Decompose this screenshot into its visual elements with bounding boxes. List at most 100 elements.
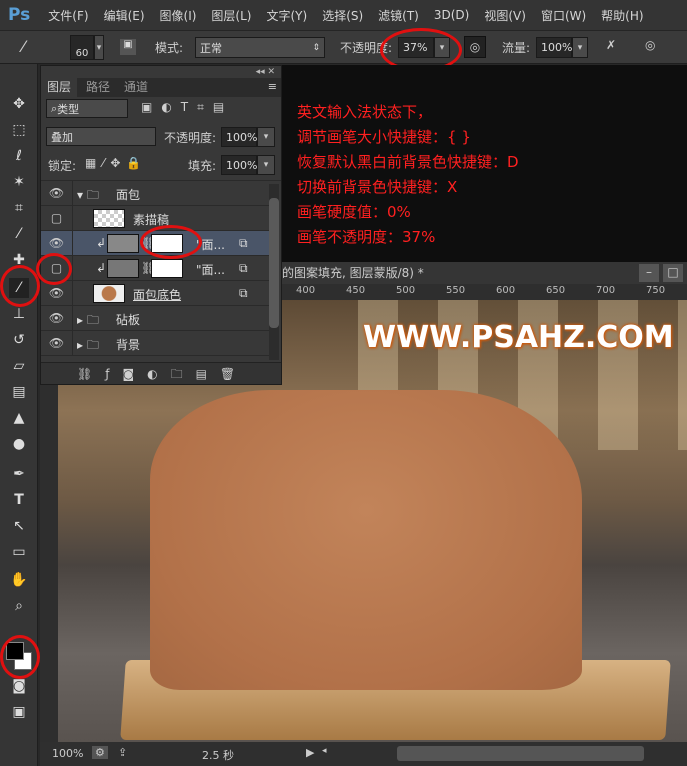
- menu-image[interactable]: 图像(I): [160, 7, 197, 24]
- filter-type-select[interactable]: ⌕ 类型: [46, 99, 128, 118]
- layers-scrollbar[interactable]: [269, 184, 279, 360]
- brush-preset-icon[interactable]: ⁄: [22, 37, 25, 56]
- move-tool-icon[interactable]: ✥: [9, 94, 29, 114]
- menu-file[interactable]: 文件(F): [48, 7, 88, 24]
- menu-help[interactable]: 帮助(H): [601, 7, 643, 24]
- collapse-close-icons[interactable]: ◂◂ ✕: [256, 67, 275, 77]
- path-select-icon[interactable]: ↖: [9, 516, 29, 536]
- panel-tabs: 图层 路径 通道 ≡: [41, 78, 281, 97]
- vertical-ruler: [40, 385, 58, 742]
- blur-tool-icon[interactable]: ▲: [9, 408, 29, 428]
- options-bar: ⁄ 60 ▾ ▣ 模式: 正常 ⇕ 不透明度: 37% ▾ ◎ 流量: 100% …: [0, 30, 687, 64]
- blend-mode-select[interactable]: 叠加: [46, 127, 156, 146]
- menu-window[interactable]: 窗口(W): [541, 7, 586, 24]
- ruler-tick: 500: [396, 285, 416, 296]
- flow-value: 100%: [541, 41, 573, 54]
- zoom-tool-icon[interactable]: ⌕: [9, 596, 29, 616]
- layer-actions-bar[interactable]: ⛓ƒ◙◐🗀▤🗑: [41, 362, 281, 384]
- share-icon[interactable]: ⇪: [118, 746, 127, 759]
- tab-paths[interactable]: 路径: [81, 78, 115, 97]
- hand-tool-icon[interactable]: ✋: [9, 570, 29, 590]
- layer-opacity-label: 不透明度:: [164, 131, 217, 145]
- eye-icon[interactable]: 👁: [41, 331, 73, 356]
- shape-tool-icon[interactable]: ▭: [9, 542, 29, 562]
- visibility-box-empty[interactable]: ▢: [41, 206, 73, 231]
- lock-icons[interactable]: ▦⁄✥🔒: [85, 156, 147, 170]
- tab-channels[interactable]: 通道: [119, 78, 153, 97]
- minimize-button[interactable]: –: [639, 264, 659, 282]
- quick-mask-icon[interactable]: ◙: [9, 676, 29, 696]
- marquee-tool-icon[interactable]: ⬚: [9, 120, 29, 140]
- airbrush-icon[interactable]: ✗: [606, 38, 616, 52]
- pressure-opacity-icon[interactable]: ◎: [464, 36, 486, 58]
- group-collapsed-icon[interactable]: ▸ 🗀: [77, 336, 99, 357]
- menu-3d[interactable]: 3D(D): [434, 8, 469, 22]
- pressure-size-icon[interactable]: ◎: [645, 38, 655, 52]
- menu-filter[interactable]: 滤镜(T): [378, 7, 419, 24]
- layer-name: 背景: [116, 338, 141, 352]
- status-menu-arrow[interactable]: ▶: [306, 746, 314, 759]
- brush-panel-icon[interactable]: ▣: [120, 39, 136, 55]
- layer-opacity-dropdown[interactable]: ▾: [257, 127, 275, 147]
- annotation-circle-mask: [140, 225, 202, 259]
- smart-icon: ⧉: [239, 261, 248, 275]
- type-tool-icon[interactable]: T: [9, 490, 29, 510]
- bread-shape: [150, 390, 582, 690]
- horizontal-scrollbar[interactable]: [397, 746, 644, 761]
- fill-input[interactable]: 100%: [221, 155, 257, 175]
- magic-wand-icon[interactable]: ✶: [9, 172, 29, 192]
- annotation-circle-brush: [0, 265, 40, 307]
- eyedropper-icon[interactable]: ⁄: [9, 224, 29, 244]
- filter-value: 类型: [57, 102, 80, 116]
- horizontal-ruler: 400 450 500 550 600 650 700 750: [282, 284, 687, 300]
- annotation-circle-colors: [0, 635, 40, 679]
- menu-layer[interactable]: 图层(L): [211, 7, 251, 24]
- flow-input[interactable]: 100%: [536, 37, 572, 58]
- screen-mode-icon[interactable]: ▣: [9, 702, 29, 722]
- flow-dropdown[interactable]: ▾: [572, 37, 588, 58]
- layers-list: 👁 ▾ 🗀 面包 ▢ 素描稿 👁 ↲ ⛓ "面... ⧉ ▢ ↲ ⛓ "面... ⧉ 👁 面包底色 ⧉ 👁…: [41, 180, 281, 362]
- gradient-tool-icon[interactable]: ▤: [9, 382, 29, 402]
- history-brush-icon[interactable]: ↺: [9, 330, 29, 350]
- menu-bar: Ps 文件(F) 编辑(E) 图像(I) 图层(L) 文字(Y) 选择(S) 滤…: [0, 0, 687, 30]
- stamp-tool-icon[interactable]: ⊥: [9, 304, 29, 324]
- tip-line: 调节画笔大小快捷键：{ }: [297, 128, 471, 146]
- layer-thumbnail: [93, 209, 125, 228]
- layer-row[interactable]: 👁 ▾ 🗀 面包: [41, 181, 269, 206]
- pen-tool-icon[interactable]: ✒: [9, 464, 29, 484]
- layer-row[interactable]: 👁 面包底色 ⧉: [41, 281, 269, 306]
- fill-dropdown[interactable]: ▾: [257, 155, 275, 175]
- crop-tool-icon[interactable]: ⌗: [9, 198, 29, 218]
- menu-select[interactable]: 选择(S): [322, 7, 363, 24]
- menu-type[interactable]: 文字(Y): [266, 7, 307, 24]
- eye-icon[interactable]: 👁: [41, 306, 73, 331]
- dodge-tool-icon[interactable]: ●: [9, 434, 29, 454]
- layer-row[interactable]: ▢ ↲ ⛓ "面... ⧉: [41, 256, 269, 281]
- chevron-down-icon[interactable]: ▾: [94, 35, 104, 60]
- layer-opacity-value: 100%: [226, 130, 258, 144]
- status-info-icon[interactable]: ⚙: [92, 746, 108, 759]
- group-expanded-icon[interactable]: ▾ 🗀: [77, 186, 99, 207]
- tip-line: 英文输入法状态下，: [297, 103, 433, 121]
- smart-icon: ⧉: [239, 236, 248, 250]
- eraser-icon[interactable]: ▱: [9, 356, 29, 376]
- filter-icons[interactable]: ▣◐T⌗▤: [141, 100, 233, 115]
- mode-select[interactable]: 正常 ⇕: [195, 37, 325, 58]
- layer-opacity-input[interactable]: 100%: [221, 127, 257, 147]
- mask-thumbnail[interactable]: [151, 259, 183, 278]
- scroll-left-arrow[interactable]: ◂: [322, 746, 327, 756]
- panel-menu-icon[interactable]: ≡: [268, 80, 277, 93]
- ruler-tick: 750: [646, 285, 666, 296]
- brush-size-picker[interactable]: 60: [70, 35, 94, 60]
- group-collapsed-icon[interactable]: ▸ 🗀: [77, 311, 99, 332]
- layer-row[interactable]: 👁 ▸ 🗀 背景: [41, 331, 269, 356]
- lasso-tool-icon[interactable]: ℓ: [9, 146, 29, 166]
- tab-layers[interactable]: 图层: [41, 78, 77, 97]
- maximize-button[interactable]: □: [663, 264, 683, 282]
- zoom-level[interactable]: 100%: [52, 747, 83, 760]
- mode-label: 模式:: [155, 41, 184, 55]
- eye-icon[interactable]: 👁: [41, 181, 73, 206]
- layer-row[interactable]: 👁 ▸ 🗀 砧板: [41, 306, 269, 331]
- menu-view[interactable]: 视图(V): [484, 7, 526, 24]
- menu-edit[interactable]: 编辑(E): [104, 7, 145, 24]
